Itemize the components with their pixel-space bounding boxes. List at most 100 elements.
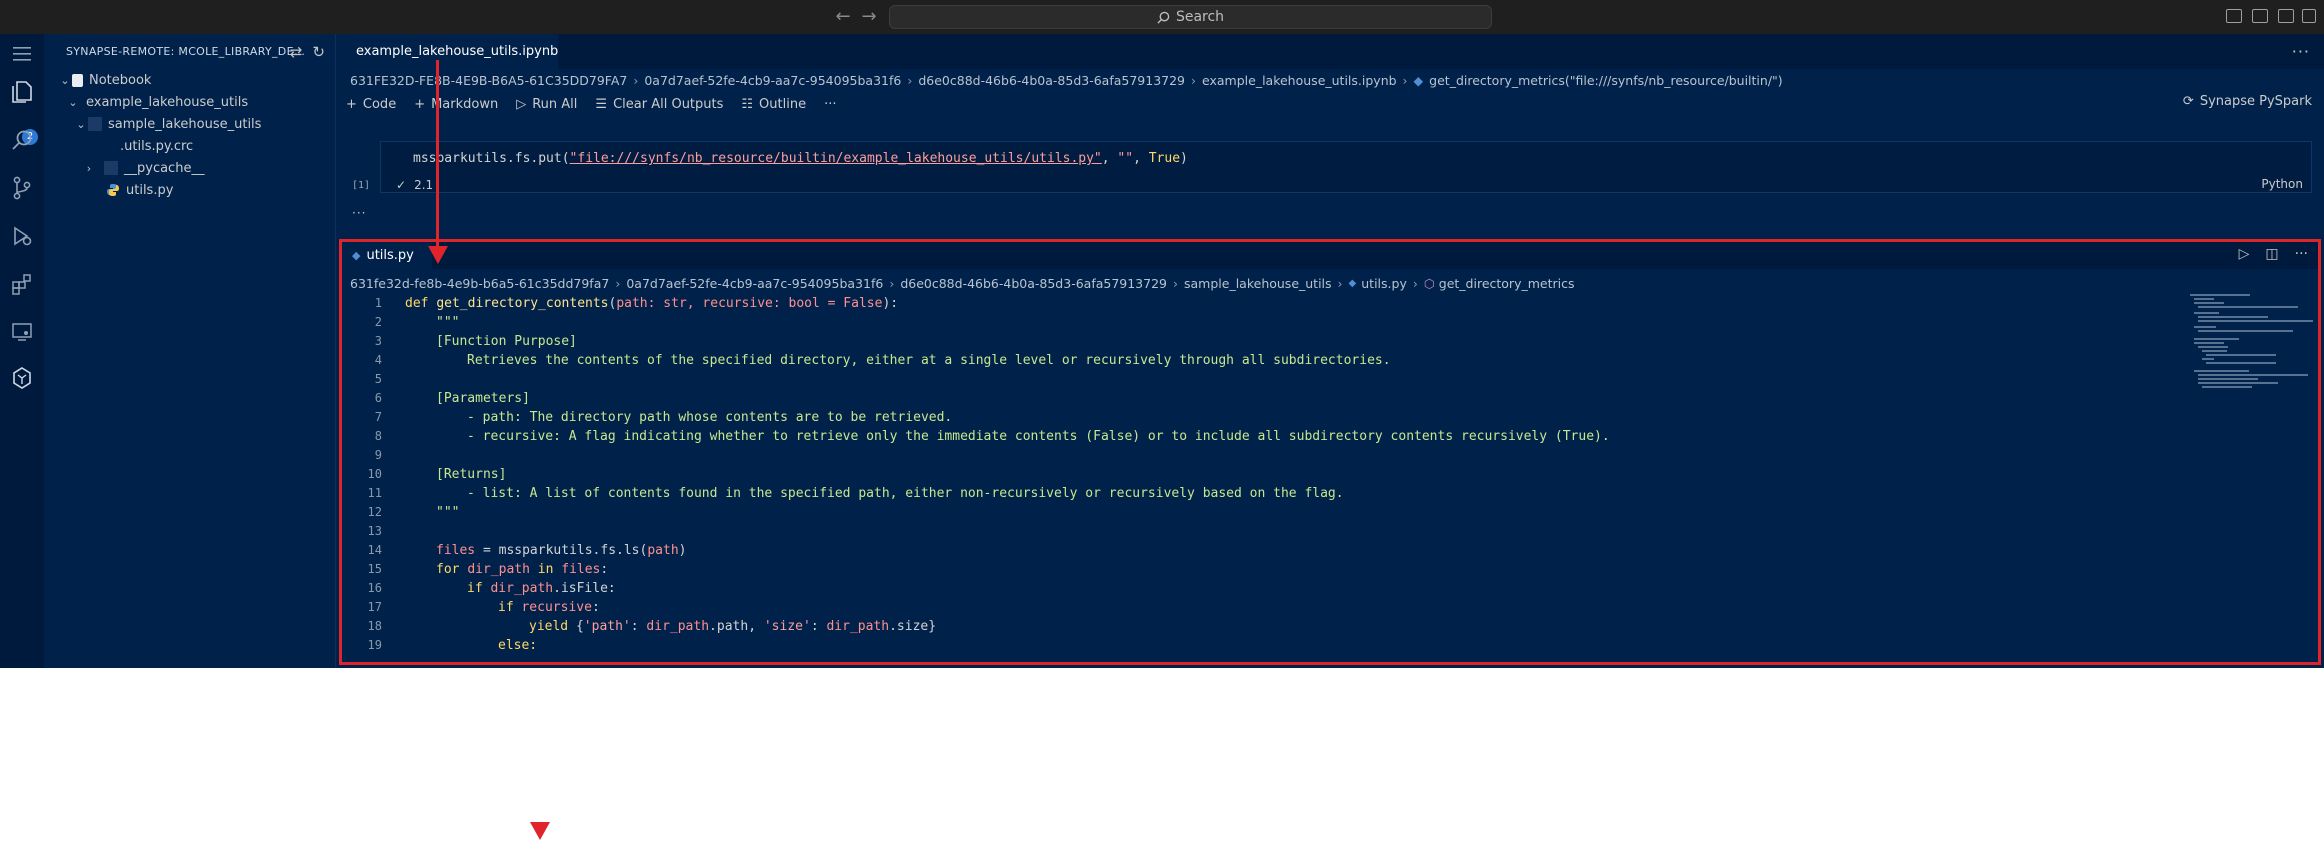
code-line: 4 Retrieves the contents of the specified… <box>374 353 1391 368</box>
cell-code[interactable]: mssparkutils.fs.put("file:///synfs/nb_re… <box>413 151 1188 166</box>
dict-key: 'size' <box>763 619 811 634</box>
tree-item-sample-lakehouse-utils[interactable]: ⌄ sample_lakehouse_utils <box>44 113 336 135</box>
breadcrumb-item[interactable]: example_lakehouse_utils.ipynb <box>1202 73 1397 88</box>
breadcrumb-item[interactable]: 0a7d7aef-52fe-4cb9-aa7c-954095ba31f6 <box>644 73 901 88</box>
cell-code-path[interactable]: "file:///synfs/nb_resource/builtin/examp… <box>570 151 1102 166</box>
docstring-open: """ <box>436 315 460 330</box>
source-control-icon[interactable] <box>8 174 36 202</box>
search-view-icon[interactable] <box>8 126 36 154</box>
run-debug-icon[interactable] <box>8 222 36 250</box>
kernel-sync-icon: ⟳ <box>2182 94 2194 109</box>
add-code-button[interactable]: + Code <box>346 97 396 112</box>
refresh-icon[interactable]: ↻ <box>312 43 325 61</box>
kernel-picker[interactable]: ⟳ Synapse PySpark <box>2183 94 2312 109</box>
chevron-down-icon: ⌄ <box>76 117 86 131</box>
cell-code-string: "" <box>1117 151 1134 166</box>
code-line: 12 """ <box>367 505 460 520</box>
function-name: get_directory_contents <box>436 296 609 311</box>
tab-label: utils.py <box>366 248 414 263</box>
minimap[interactable] <box>2190 292 2313 412</box>
cell-output-more-icon[interactable]: ··· <box>352 206 366 220</box>
toggle-panel-icon[interactable] <box>2252 9 2268 23</box>
code-area[interactable]: 1 def get_directory_contents(path: str, r… <box>342 294 2318 655</box>
check-icon: ✓ <box>396 178 407 192</box>
search-placeholder: Search <box>1175 9 1225 25</box>
variable-name: dir_path <box>646 619 710 634</box>
notebook-icon <box>72 73 83 87</box>
code-line: 9 <box>374 448 382 462</box>
chevron-down-icon: ⌄ <box>60 73 70 87</box>
more-actions-icon[interactable]: ··· <box>2295 246 2308 262</box>
folder-icon <box>104 161 118 175</box>
plus-icon: + <box>346 96 357 112</box>
command-search-box[interactable]: Search <box>889 5 1492 29</box>
code-line: 13 <box>367 524 382 538</box>
toolbar-more-icon[interactable]: ··· <box>824 97 836 112</box>
variable-name: files <box>436 543 476 558</box>
add-markdown-button[interactable]: + Markdown <box>414 97 498 112</box>
docstring-close: """ <box>436 505 460 520</box>
breadcrumb-item[interactable]: d6e0c88d-46b6-4b0a-85d3-6afa57913729 <box>918 73 1185 88</box>
extensions-icon[interactable] <box>8 270 36 298</box>
argument: path <box>647 543 679 558</box>
clear-all-outputs-button[interactable]: ☰ Clear All Outputs <box>595 97 723 112</box>
tree-item-utils-py[interactable]: utils.py <box>44 179 336 201</box>
tree-item-example-lakehouse-utils[interactable]: ⌄ example_lakehouse_utils <box>44 91 336 113</box>
tree-item-notebook[interactable]: ⌄ Notebook <box>44 69 336 91</box>
run-file-icon[interactable]: ▷ <box>2239 246 2250 262</box>
run-all-button[interactable]: ▷ Run All <box>516 97 577 112</box>
breadcrumb-item[interactable]: d6e0c88d-46b6-4b0a-85d3-6afa57913729 <box>900 276 1167 291</box>
sync-icon[interactable]: ⇄ <box>290 43 303 61</box>
file-editor-tabs: ◆ utils.py ▷ ◫ ··· <box>342 242 2318 269</box>
plus-icon: + <box>414 96 426 112</box>
breadcrumb-item[interactable]: sample_lakehouse_utils <box>1184 276 1332 291</box>
attribute: isFile <box>560 581 608 596</box>
synapse-icon[interactable] <box>8 364 36 392</box>
toggle-secondary-sidebar-icon[interactable] <box>2278 9 2294 23</box>
tree-item-utils-py-crc[interactable]: .utils.py.crc <box>44 135 336 157</box>
code-line: 14 files = mssparkutils.fs.ls(path) <box>367 543 687 558</box>
cube-icon: ◆ <box>1413 72 1424 88</box>
annotation-arrow-line <box>436 60 439 248</box>
docstring-text: - list: A list of contents found in the … <box>467 486 1344 501</box>
annotation-arrow-head <box>428 246 448 264</box>
variable-name: dir_path <box>490 581 554 596</box>
back-arrow-icon[interactable]: ← <box>832 6 854 28</box>
explorer-icon[interactable] <box>8 78 36 106</box>
tab-utils-py[interactable]: ◆ utils.py <box>342 242 432 269</box>
breadcrumb-item[interactable]: 631FE32D-FE8B-4E9B-B6A5-61C35DD79FA7 <box>350 73 627 88</box>
code-line: 1 def get_directory_contents(path: str, r… <box>374 296 899 311</box>
tree-item-pycache[interactable]: › __pycache__ <box>44 157 336 179</box>
breadcrumb-item[interactable]: get_directory_metrics("file:///synfs/nb_… <box>1429 73 1783 88</box>
forward-arrow-icon[interactable]: → <box>858 6 880 28</box>
code-line: 8- recursive: A flag indicating whether … <box>374 429 1610 444</box>
clear-outputs-label: Clear All Outputs <box>613 96 724 112</box>
execution-status: ✓ 2.1 <box>396 178 433 192</box>
remote-explorer-icon[interactable] <box>8 318 36 346</box>
outline-button[interactable]: ☷ Outline <box>741 97 806 112</box>
file-icon <box>106 139 114 153</box>
function-call: mssparkutils.fs.ls <box>498 543 640 558</box>
breadcrumb-item[interactable]: utils.py <box>1361 276 1407 291</box>
python-file-icon: ◆ <box>352 249 361 262</box>
toggle-sidebar-icon[interactable] <box>2226 9 2242 23</box>
code-cell[interactable]: mssparkutils.fs.put("file:///synfs/nb_re… <box>380 141 2312 193</box>
cell-language[interactable]: Python <box>2261 177 2303 191</box>
notebook-toolbar: + Code + Markdown ▷ Run All ☰ Clear All Outp… <box>346 92 836 116</box>
file-breadcrumb: 631fe32d-fe8b-4e9b-b6a5-61c35dd79fa7 › 0a… <box>350 275 1575 291</box>
breadcrumb-item[interactable]: get_directory_metrics <box>1439 276 1575 291</box>
execution-count: [1] <box>352 180 371 191</box>
tab-example-lakehouse-utils-ipynb[interactable]: example_lakehouse_utils.ipynb <box>336 34 558 69</box>
code-line: 2 """ <box>374 315 460 330</box>
more-actions-icon[interactable]: ··· <box>2292 42 2310 61</box>
docstring-text: [Parameters] <box>436 391 530 406</box>
docstring-text: Retrieves the contents of the specified … <box>467 353 1391 368</box>
customize-layout-icon[interactable] <box>2302 9 2316 23</box>
annotation-marker <box>530 822 550 840</box>
kernel-label: Synapse PySpark <box>2199 94 2312 109</box>
notebook-breadcrumb: 631FE32D-FE8B-4E9B-B6A5-61C35DD79FA7 › 0a… <box>350 72 1783 88</box>
breadcrumb-item[interactable]: 0a7d7aef-52fe-4cb9-aa7c-954095ba31f6 <box>626 276 883 291</box>
split-editor-icon[interactable]: ◫ <box>2265 246 2278 262</box>
menu-icon[interactable] <box>8 40 36 68</box>
breadcrumb-item[interactable]: 631fe32d-fe8b-4e9b-b6a5-61c35dd79fa7 <box>350 276 609 291</box>
